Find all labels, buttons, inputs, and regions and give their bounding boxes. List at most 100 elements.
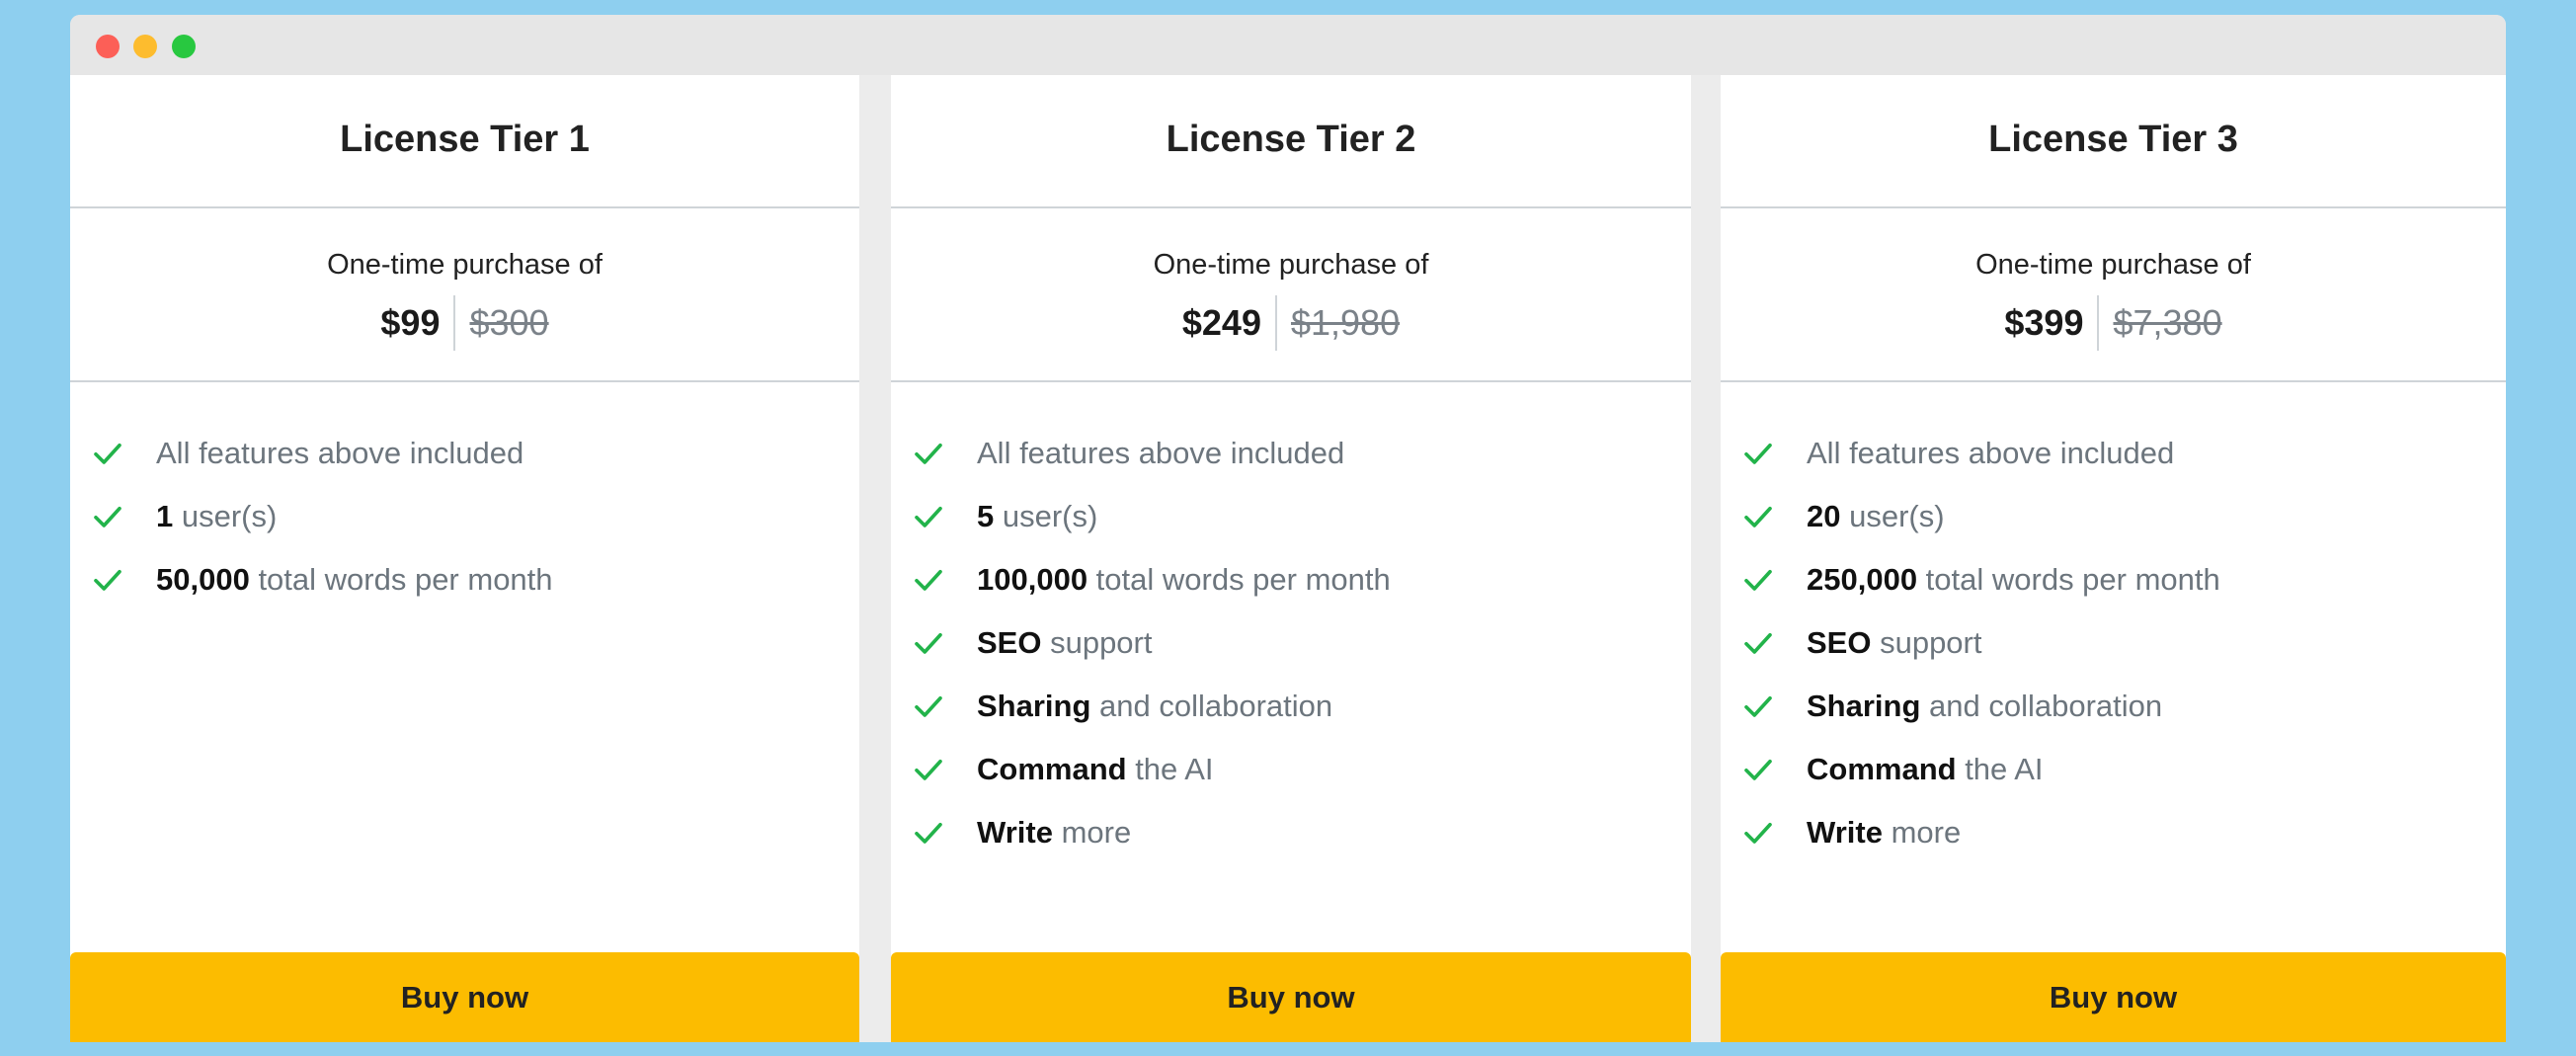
tier-title: License Tier 3 <box>1988 119 2238 160</box>
original-price: $7,380 <box>2113 302 2222 343</box>
feature-highlight: 1 <box>156 499 174 533</box>
price-caption: One-time purchase of <box>1975 249 2251 281</box>
feature-highlight: 250,000 <box>1807 562 1918 597</box>
feature-text: 100,000 total words per month <box>977 562 1391 598</box>
feature-highlight: Command <box>977 752 1127 786</box>
divider <box>891 380 1691 382</box>
divider <box>70 380 859 382</box>
buy-now-button[interactable]: Buy now <box>891 952 1691 1042</box>
minimize-window-button[interactable] <box>133 35 157 58</box>
price-caption: One-time purchase of <box>1153 249 1429 281</box>
feature-text: Write more <box>977 815 1131 851</box>
feature-description: total words per month <box>249 562 553 597</box>
price-row: $249 $1,980 <box>891 295 1691 351</box>
check-icon <box>1740 499 1776 534</box>
check-icon <box>911 815 946 851</box>
feature-text: SEO support <box>1807 625 1981 661</box>
feature-item: 5 user(s) <box>891 485 1691 548</box>
check-icon <box>1740 562 1776 598</box>
divider <box>891 206 1691 208</box>
price-caption: One-time purchase of <box>327 249 603 281</box>
close-window-button[interactable] <box>96 35 120 58</box>
buy-now-button[interactable]: Buy now <box>70 952 859 1042</box>
tier-title: License Tier 2 <box>1166 119 1416 160</box>
price-row: $399 $7,380 <box>1721 295 2506 351</box>
check-icon <box>90 499 125 534</box>
feature-item: 20 user(s) <box>1721 485 2506 548</box>
feature-list: All features above included 1 user(s) 50,0… <box>70 422 859 611</box>
check-icon <box>1740 689 1776 724</box>
browser-window: License Tier 1 One-time purchase of $99 … <box>70 15 2506 1042</box>
feature-item: SEO support <box>891 611 1691 675</box>
feature-description: more <box>1882 815 1962 850</box>
check-icon <box>1740 436 1776 471</box>
feature-description: user(s) <box>173 499 278 533</box>
price-row: $99 $300 <box>70 295 859 351</box>
divider <box>70 206 859 208</box>
current-price: $399 <box>2004 295 2100 351</box>
feature-description: user(s) <box>1840 499 1945 533</box>
check-icon <box>911 625 946 661</box>
feature-text: 250,000 total words per month <box>1807 562 2220 598</box>
check-icon <box>911 436 946 471</box>
feature-text: Sharing and collaboration <box>977 689 1332 724</box>
feature-item: Sharing and collaboration <box>891 675 1691 738</box>
feature-list: All features above included 20 user(s) 250… <box>1721 422 2506 864</box>
check-icon <box>1740 815 1776 851</box>
feature-text: 50,000 total words per month <box>156 562 553 598</box>
check-icon <box>911 562 946 598</box>
feature-highlight: Sharing <box>1807 689 1921 723</box>
feature-text: Command the AI <box>1807 752 2043 787</box>
feature-item: Sharing and collaboration <box>1721 675 2506 738</box>
feature-text: Command the AI <box>977 752 1213 787</box>
tier-title: License Tier 1 <box>340 119 590 160</box>
original-price: $300 <box>469 302 549 343</box>
feature-item: 100,000 total words per month <box>891 548 1691 611</box>
feature-item: Write more <box>1721 801 2506 864</box>
maximize-window-button[interactable] <box>172 35 196 58</box>
current-price: $99 <box>380 295 456 351</box>
feature-item: Write more <box>891 801 1691 864</box>
feature-text: Sharing and collaboration <box>1807 689 2162 724</box>
feature-item: All features above included <box>1721 422 2506 485</box>
feature-description: support <box>1871 625 1982 660</box>
current-price: $249 <box>1182 295 1277 351</box>
feature-text: 5 user(s) <box>977 499 1097 534</box>
feature-text: SEO support <box>977 625 1152 661</box>
feature-description: more <box>1052 815 1132 850</box>
feature-description: All features above included <box>977 436 1345 470</box>
feature-description: the AI <box>1956 752 2044 786</box>
check-icon <box>911 499 946 534</box>
feature-item: All features above included <box>891 422 1691 485</box>
feature-description: the AI <box>1126 752 1214 786</box>
check-icon <box>90 436 125 471</box>
feature-text: All features above included <box>1807 436 2174 471</box>
divider <box>1721 380 2506 382</box>
feature-highlight: 20 <box>1807 499 1841 533</box>
feature-description: total words per month <box>1917 562 2220 597</box>
feature-list: All features above included 5 user(s) 100,… <box>891 422 1691 864</box>
feature-highlight: Sharing <box>977 689 1091 723</box>
feature-highlight: Command <box>1807 752 1957 786</box>
feature-item: Command the AI <box>1721 738 2506 801</box>
check-icon <box>90 562 125 598</box>
divider <box>1721 206 2506 208</box>
feature-highlight: 50,000 <box>156 562 250 597</box>
feature-item: 250,000 total words per month <box>1721 548 2506 611</box>
original-price: $1,980 <box>1290 302 1401 343</box>
feature-description: and collaboration <box>1090 689 1333 723</box>
feature-text: All features above included <box>977 436 1344 471</box>
feature-description: All features above included <box>156 436 524 470</box>
feature-highlight: SEO <box>1807 625 1872 660</box>
feature-highlight: Write <box>977 815 1053 850</box>
feature-item: Command the AI <box>891 738 1691 801</box>
feature-highlight: SEO <box>977 625 1042 660</box>
feature-description: support <box>1041 625 1153 660</box>
buy-now-button[interactable]: Buy now <box>1721 952 2506 1042</box>
feature-description: and collaboration <box>1920 689 2163 723</box>
feature-description: total words per month <box>1087 562 1391 597</box>
feature-highlight: 5 <box>977 499 995 533</box>
feature-text: All features above included <box>156 436 523 471</box>
check-icon <box>1740 625 1776 661</box>
feature-description: All features above included <box>1807 436 2175 470</box>
